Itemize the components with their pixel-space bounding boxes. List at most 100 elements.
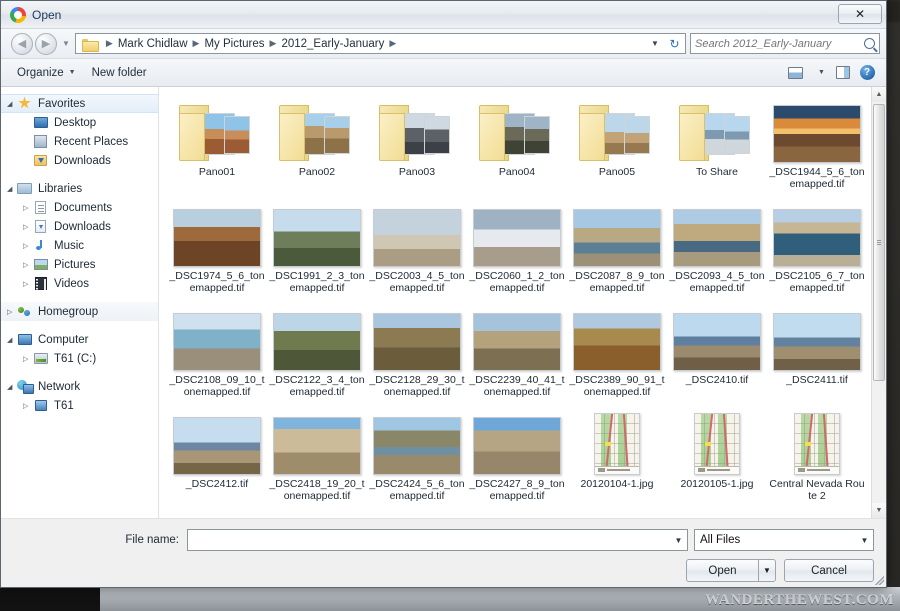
file-item[interactable]: 20120105-1.jpg [667, 405, 767, 509]
breadcrumb-item-user[interactable]: Mark Chidlaw [118, 38, 188, 50]
close-button[interactable]: ✕ [838, 4, 882, 24]
sidebar-item-favorites[interactable]: ◢ Favorites [1, 94, 158, 113]
expand-triangle-icon[interactable]: ◢ [7, 185, 17, 193]
view-dropdown-button[interactable]: ▼ [808, 63, 830, 83]
sidebar-item-network[interactable]: ◢ Network [1, 377, 158, 396]
file-item[interactable]: _DSC2003_4_5_tonemapped.tif [367, 197, 467, 301]
file-item[interactable]: _DSC2122_3_4_tonemapped.tif [267, 301, 367, 405]
sidebar-item-downloads[interactable]: ▷ Downloads [1, 217, 158, 236]
sidebar-item-documents[interactable]: ▷ Documents [1, 198, 158, 217]
sidebar-item-videos[interactable]: ▷ Videos [1, 274, 158, 293]
sidebar-item-music[interactable]: ▷ Music [1, 236, 158, 255]
file-type-filter-combobox[interactable]: All Files ▼ [694, 529, 874, 551]
open-split-button[interactable]: Open ▼ [686, 559, 776, 582]
file-item[interactable]: _DSC2427_8_9_tonemapped.tif [467, 405, 567, 509]
photo-thumbnail [473, 417, 561, 475]
preview-pane-button[interactable] [832, 63, 854, 83]
file-name-label: _DSC2003_4_5_tonemapped.tif [369, 270, 465, 294]
file-item[interactable]: 20120104-1.jpg [567, 405, 667, 509]
folder-item[interactable]: Pano01 [167, 93, 267, 197]
expand-triangle-icon[interactable]: ▷ [23, 355, 33, 363]
folder-item[interactable]: Pano04 [467, 93, 567, 197]
sidebar-item-t61-c-[interactable]: ▷ T61 (C:) [1, 349, 158, 368]
file-item[interactable]: _DSC2093_4_5_tonemapped.tif [667, 197, 767, 301]
file-item[interactable]: _DSC1991_2_3_tonemapped.tif [267, 197, 367, 301]
expand-triangle-icon[interactable]: ▷ [23, 280, 33, 288]
breadcrumb[interactable]: ▶ Mark Chidlaw ▶ My Pictures ▶ 2012_Earl… [74, 33, 646, 54]
help-button[interactable]: ? [856, 63, 878, 83]
file-item[interactable]: _DSC2411.tif [767, 301, 867, 405]
search-box[interactable] [690, 33, 880, 54]
resize-grip[interactable] [873, 574, 884, 585]
expand-triangle-icon[interactable]: ◢ [7, 100, 17, 108]
file-name-input[interactable] [188, 530, 670, 550]
open-dropdown-button[interactable]: ▼ [758, 559, 776, 582]
file-name-row: File name: ▼ All Files ▼ [1, 529, 874, 551]
scroll-down-button[interactable]: ▼ [872, 503, 886, 518]
expand-triangle-icon[interactable]: ▷ [23, 402, 33, 410]
file-item[interactable]: _DSC2105_6_7_tonemapped.tif [767, 197, 867, 301]
file-list-pane[interactable]: Pano01 Pano02 Pano03 Pano04 Pano05 To Share _D… [159, 87, 886, 518]
file-item[interactable]: _DSC2418_19_20_tonemapped.tif [267, 405, 367, 509]
file-item[interactable]: _DSC2412.tif [167, 405, 267, 509]
expand-triangle-icon[interactable]: ▷ [23, 261, 33, 269]
file-item[interactable]: _DSC2410.tif [667, 301, 767, 405]
sidebar-item-homegroup[interactable]: ▷ Homegroup [1, 302, 158, 321]
expand-triangle-icon[interactable]: ▷ [23, 242, 33, 250]
sidebar-item-downloads[interactable]: Downloads [1, 151, 158, 170]
open-button[interactable]: Open [686, 559, 758, 582]
breadcrumb-dropdown-icon[interactable]: ▼ [646, 33, 664, 54]
back-button[interactable]: ◀ [11, 32, 33, 55]
folder-item[interactable]: Pano05 [567, 93, 667, 197]
file-item[interactable]: _DSC2239_40_41_tonemapped.tif [467, 301, 567, 405]
refresh-button[interactable]: ↻ [664, 33, 686, 54]
change-view-button[interactable] [784, 63, 806, 83]
file-item[interactable]: _DSC2108_09_10_tonemapped.tif [167, 301, 267, 405]
file-item[interactable]: _DSC2389_90_91_tonemapped.tif [567, 301, 667, 405]
forward-button[interactable]: ▶ [35, 32, 57, 55]
sidebar-item-pictures[interactable]: ▷ Pictures [1, 255, 158, 274]
new-folder-button[interactable]: New folder [84, 64, 155, 82]
file-item[interactable]: _DSC2087_8_9_tonemapped.tif [567, 197, 667, 301]
expand-triangle-icon[interactable]: ◢ [7, 383, 17, 391]
file-item[interactable]: _DSC2060_1_2_tonemapped.tif [467, 197, 567, 301]
file-item[interactable]: _DSC2424_5_6_tonemapped.tif [367, 405, 467, 509]
breadcrumb-item-pictures[interactable]: My Pictures [204, 38, 264, 50]
file-name-combobox[interactable]: ▼ [187, 529, 688, 551]
folder-item[interactable]: Pano03 [367, 93, 467, 197]
vertical-scrollbar[interactable]: ▲ ▼ [871, 87, 886, 518]
expand-triangle-icon[interactable]: ▷ [23, 223, 33, 231]
folder-item[interactable]: Pano02 [267, 93, 367, 197]
file-item[interactable]: Central Nevada Route 2 [767, 405, 867, 509]
file-item[interactable]: _DSC2128_29_30_tonemapped.tif [367, 301, 467, 405]
sidebar-item-t61[interactable]: ▷ T61 [1, 396, 158, 415]
file-item[interactable]: _DSC1944_5_6_tonemapped.tif [767, 93, 867, 197]
expand-triangle-icon[interactable]: ▷ [23, 204, 33, 212]
chevron-down-icon[interactable]: ▼ [856, 530, 873, 550]
history-dropdown-icon[interactable]: ▼ [62, 39, 70, 48]
scrollbar-track[interactable] [872, 102, 886, 503]
search-input[interactable] [695, 37, 864, 50]
breadcrumb-separator: ▶ [269, 38, 277, 48]
breadcrumb-item-folder[interactable]: 2012_Early-January [281, 38, 384, 50]
taskbar [0, 587, 100, 611]
sidebar-item-label: Downloads [54, 154, 111, 167]
expand-triangle-icon[interactable]: ▷ [7, 308, 17, 316]
file-item[interactable]: _DSC1974_5_6_tonemapped.tif [167, 197, 267, 301]
sidebar-item-libraries[interactable]: ◢ Libraries [1, 179, 158, 198]
homegroup-icon [17, 305, 33, 319]
sidebar-item-recent-places[interactable]: Recent Places [1, 132, 158, 151]
organize-menu-button[interactable]: Organize ▼ [9, 64, 84, 82]
folder-icon [279, 101, 355, 163]
sidebar-item-computer[interactable]: ◢ Computer [1, 330, 158, 349]
open-file-dialog: Open ✕ ◀ ▶ ▼ ▶ Mark Chidlaw ▶ My Picture… [0, 0, 887, 588]
chevron-down-icon[interactable]: ▼ [670, 530, 687, 550]
scrollbar-thumb[interactable] [873, 104, 885, 381]
scroll-up-button[interactable]: ▲ [872, 87, 886, 102]
cancel-button[interactable]: Cancel [784, 559, 874, 582]
photo-thumbnail [773, 105, 861, 163]
expand-triangle-icon[interactable]: ◢ [7, 336, 17, 344]
thumbnail [669, 95, 765, 163]
folder-item[interactable]: To Share [667, 93, 767, 197]
sidebar-item-desktop[interactable]: Desktop [1, 113, 158, 132]
